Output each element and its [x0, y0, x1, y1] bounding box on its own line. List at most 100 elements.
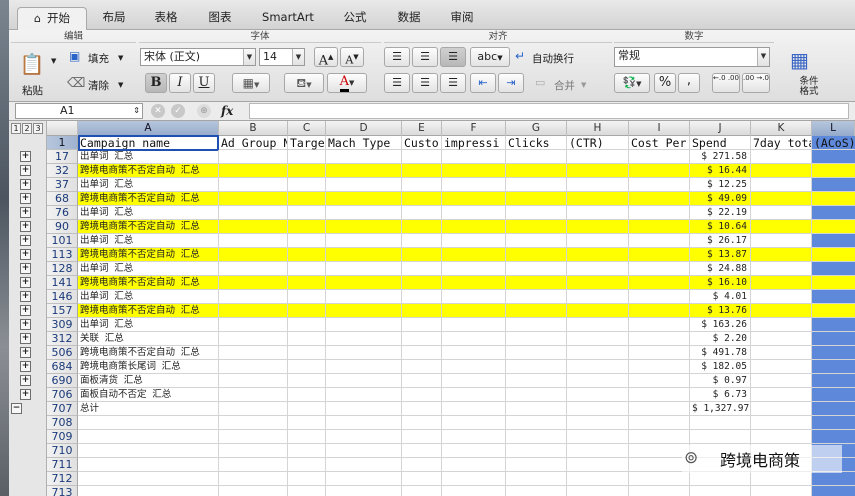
expand-group-button[interactable]: + [20, 235, 31, 246]
empty-cell[interactable] [288, 290, 326, 304]
currency-button[interactable]: 💱▼ [614, 73, 650, 93]
empty-cell[interactable] [567, 248, 629, 262]
column-header-a[interactable]: A [78, 121, 219, 136]
empty-cell[interactable] [567, 430, 629, 444]
empty-cell[interactable] [402, 416, 442, 430]
grow-font-button[interactable]: A▲ [314, 47, 338, 68]
empty-cell[interactable] [288, 178, 326, 192]
empty-cell[interactable] [506, 318, 567, 332]
paste-dropdown[interactable]: ▼ [51, 57, 56, 65]
empty-cell[interactable] [402, 430, 442, 444]
header-cell-j[interactable]: Spend [690, 136, 751, 150]
empty-cell[interactable] [506, 290, 567, 304]
empty-cell[interactable] [506, 402, 567, 416]
empty-cell[interactable] [326, 402, 402, 416]
spend-cell[interactable] [690, 416, 751, 430]
row-header[interactable]: 157 [47, 304, 78, 318]
increase-indent-button[interactable]: ⇥ [498, 73, 524, 93]
empty-cell[interactable] [219, 234, 288, 248]
empty-cell[interactable] [219, 402, 288, 416]
empty-cell[interactable] [629, 402, 690, 416]
empty-cell[interactable] [288, 388, 326, 402]
campaign-name-cell[interactable] [78, 444, 219, 458]
orientation-button[interactable]: abc▼ [470, 47, 510, 67]
cancel-icon[interactable]: ✕ [151, 104, 165, 118]
empty-cell[interactable] [506, 150, 567, 164]
confirm-icon[interactable]: ✓ [171, 104, 185, 118]
empty-cell[interactable] [506, 444, 567, 458]
row-header[interactable]: 312 [47, 332, 78, 346]
expand-group-button[interactable]: + [20, 347, 31, 358]
empty-cell[interactable] [219, 360, 288, 374]
empty-cell[interactable] [629, 444, 690, 458]
spend-cell[interactable]: $ 1,327.97 [690, 402, 751, 416]
empty-cell[interactable] [219, 430, 288, 444]
empty-cell[interactable] [629, 374, 690, 388]
campaign-name-cell[interactable]: 面板清货 汇总 [78, 374, 219, 388]
empty-cell[interactable] [326, 220, 402, 234]
empty-cell[interactable] [751, 388, 812, 402]
empty-cell[interactable] [567, 486, 629, 496]
empty-cell[interactable] [751, 164, 812, 178]
empty-cell[interactable] [751, 150, 812, 164]
row-header[interactable]: 713 [47, 486, 78, 496]
decrease-indent-button[interactable]: ⇤ [470, 73, 496, 93]
empty-cell[interactable] [288, 486, 326, 496]
empty-cell[interactable] [326, 430, 402, 444]
empty-cell[interactable] [442, 486, 506, 496]
bold-button[interactable]: B [145, 73, 167, 93]
campaign-name-cell[interactable]: 跨境电商策不否定自动 汇总 [78, 164, 219, 178]
empty-cell[interactable] [442, 304, 506, 318]
underline-button[interactable]: U [193, 73, 215, 93]
empty-cell[interactable] [219, 458, 288, 472]
empty-cell[interactable] [288, 248, 326, 262]
row-header[interactable]: 1 [47, 136, 78, 150]
empty-cell[interactable] [326, 192, 402, 206]
empty-cell[interactable] [326, 290, 402, 304]
empty-cell[interactable] [288, 346, 326, 360]
empty-cell[interactable] [567, 234, 629, 248]
empty-cell[interactable] [402, 402, 442, 416]
italic-button[interactable]: I [169, 73, 191, 93]
campaign-name-cell[interactable]: 跨境电商策不否定自动 汇总 [78, 192, 219, 206]
empty-cell[interactable] [506, 234, 567, 248]
spend-cell[interactable]: $ 16.10 [690, 276, 751, 290]
campaign-name-cell[interactable]: 出单词 汇总 [78, 178, 219, 192]
empty-cell[interactable] [751, 220, 812, 234]
empty-cell[interactable] [442, 360, 506, 374]
empty-cell[interactable] [751, 290, 812, 304]
empty-cell[interactable] [288, 318, 326, 332]
spend-cell[interactable]: $ 49.09 [690, 192, 751, 206]
campaign-name-cell[interactable]: 面板自动不否定 汇总 [78, 388, 219, 402]
empty-cell[interactable] [506, 304, 567, 318]
row-header[interactable]: 506 [47, 346, 78, 360]
empty-cell[interactable] [751, 318, 812, 332]
empty-cell[interactable] [567, 150, 629, 164]
empty-cell[interactable] [326, 178, 402, 192]
campaign-name-cell[interactable]: 跨境电商策长尾词 汇总 [78, 360, 219, 374]
campaign-name-cell[interactable]: 跨境电商策不否定自动 汇总 [78, 276, 219, 290]
empty-cell[interactable] [402, 444, 442, 458]
empty-cell[interactable] [219, 332, 288, 346]
row-header[interactable]: 32 [47, 164, 78, 178]
empty-cell[interactable] [442, 150, 506, 164]
empty-cell[interactable] [402, 318, 442, 332]
header-cell-d[interactable]: Mach Type [326, 136, 402, 150]
spend-cell[interactable]: $ 0.97 [690, 374, 751, 388]
font-color-button[interactable]: A▼ [327, 73, 367, 93]
empty-cell[interactable] [288, 472, 326, 486]
empty-cell[interactable] [629, 472, 690, 486]
empty-cell[interactable] [326, 332, 402, 346]
empty-cell[interactable] [629, 388, 690, 402]
expand-group-button[interactable]: + [20, 165, 31, 176]
expand-group-button[interactable]: + [20, 333, 31, 344]
empty-cell[interactable] [326, 360, 402, 374]
column-header-i[interactable]: I [629, 121, 690, 136]
empty-cell[interactable] [506, 276, 567, 290]
header-cell-g[interactable]: Clicks [506, 136, 567, 150]
empty-cell[interactable] [751, 402, 812, 416]
empty-cell[interactable] [442, 276, 506, 290]
empty-cell[interactable] [219, 290, 288, 304]
column-header-d[interactable]: D [326, 121, 402, 136]
empty-cell[interactable] [751, 416, 812, 430]
